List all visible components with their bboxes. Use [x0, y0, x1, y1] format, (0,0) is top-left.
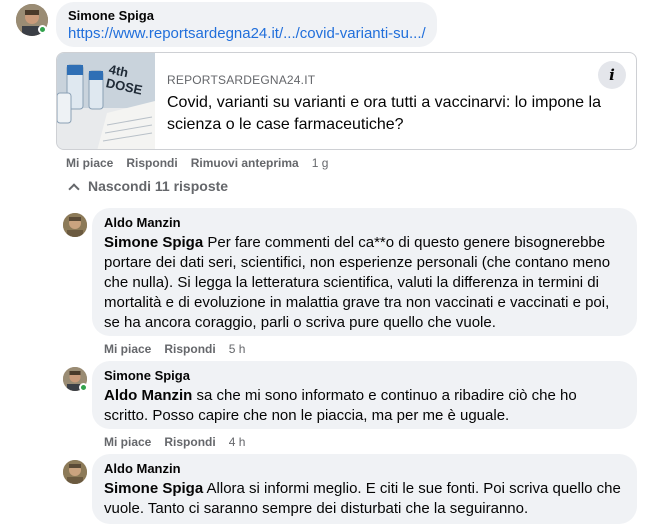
remove-preview-button[interactable]: Rimuovi anteprima [191, 156, 299, 170]
comment-author[interactable]: Simone Spiga [68, 8, 425, 24]
reply-text: Aldo Manzin sa che mi sono informato e c… [104, 386, 625, 426]
reply-bubble: Simone Spiga Aldo Manzin sa che mi sono … [92, 361, 637, 429]
reply-author[interactable]: Aldo Manzin [104, 215, 625, 231]
comment-bubble: Simone Spiga https://www.reportsardegna2… [56, 2, 437, 47]
link-preview-source: REPORTSARDEGNA24.IT [167, 73, 316, 87]
mention-link[interactable]: Simone Spiga [104, 234, 203, 251]
comment-actions: Mi piace Rispondi Rimuovi anteprima 1 g [66, 156, 341, 170]
reply-timestamp[interactable]: 4 h [229, 435, 246, 449]
mention-link[interactable]: Simone Spiga [104, 480, 203, 497]
info-icon[interactable]: i [598, 61, 626, 89]
like-button[interactable]: Mi piace [104, 342, 151, 356]
link-preview-thumbnail[interactable]: 4th DOSE [57, 53, 155, 149]
chevron-up-icon [68, 182, 80, 195]
reply-text: Simone Spiga Per fare commenti del ca**o… [104, 233, 625, 333]
comment-timestamp[interactable]: 1 g [312, 156, 329, 170]
reply-timestamp[interactable]: 5 h [229, 342, 246, 356]
reply-author[interactable]: Aldo Manzin [104, 461, 625, 477]
reply-bubble: Aldo Manzin Simone Spiga Per fare commen… [92, 208, 637, 336]
like-button[interactable]: Mi piace [66, 156, 113, 170]
reply-actions: Mi piace Rispondi 4 h [104, 435, 258, 449]
comment-link[interactable]: https://www.reportsardegna24.it/.../covi… [68, 24, 426, 44]
reply-author[interactable]: Simone Spiga [104, 368, 625, 384]
hide-replies-button[interactable]: Nascondi 11 risposte [66, 178, 229, 195]
link-preview-card[interactable]: 4th DOSE REPORTSARDEGNA24.IT Covid, vari… [56, 52, 637, 150]
reply-text: Simone Spiga Allora si informi meglio. E… [104, 479, 625, 519]
reply-button[interactable]: Rispondi [164, 342, 215, 356]
hide-replies-label: Nascondi 11 risposte [88, 178, 229, 194]
avatar-aldo-manzin[interactable] [63, 460, 87, 484]
like-button[interactable]: Mi piace [104, 435, 151, 449]
reply-button[interactable]: Rispondi [126, 156, 177, 170]
mention-link[interactable]: Aldo Manzin [104, 387, 192, 404]
online-status-indicator [38, 25, 47, 34]
reply-bubble: Aldo Manzin Simone Spiga Allora si infor… [92, 454, 637, 524]
avatar-aldo-manzin[interactable] [63, 213, 87, 237]
reply-actions: Mi piace Rispondi 5 h [104, 342, 258, 356]
online-status-indicator [79, 383, 88, 392]
link-preview-title[interactable]: Covid, varianti su varianti e ora tutti … [167, 92, 627, 136]
reply-button[interactable]: Rispondi [164, 435, 215, 449]
